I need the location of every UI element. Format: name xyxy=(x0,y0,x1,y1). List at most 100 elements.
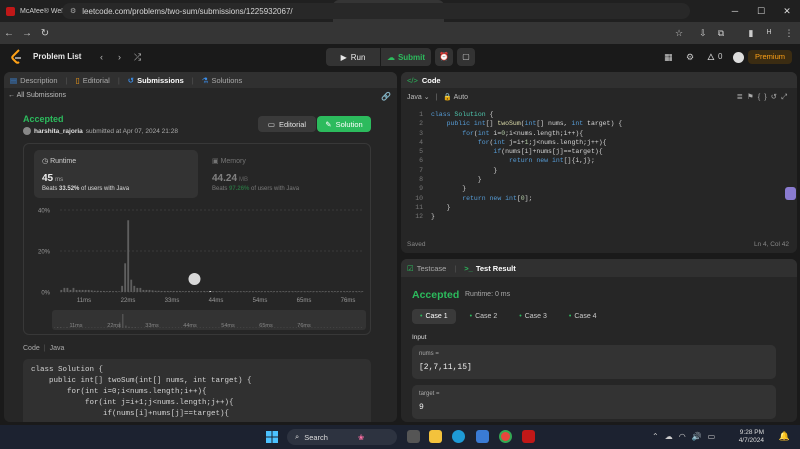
runtime-distribution-chart[interactable]: 40% 20% 0% 11ms 22ms 33ms 44ms 54ms 65ms 76ms 11ms… xyxy=(24,204,372,334)
code-editor[interactable]: class Solution { public int[] twoSum(int… xyxy=(431,110,791,222)
download-icon[interactable]: ⇩ xyxy=(694,22,712,44)
profile-avatar[interactable]: H xyxy=(760,22,778,44)
clock-date: 4/7/2024 xyxy=(738,437,764,444)
premium-button[interactable]: Premium xyxy=(747,50,792,64)
chart-overview-tick-label: 65ms xyxy=(259,323,273,329)
case-tab[interactable]: • Case 1 xyxy=(412,309,456,324)
chart-bar xyxy=(148,289,151,292)
chart-bar xyxy=(321,291,324,292)
minimize-button[interactable]: ─ xyxy=(722,0,748,22)
extensions-icon[interactable]: ⧉ xyxy=(712,22,730,44)
line-number: 1 xyxy=(419,111,423,118)
tab-solutions[interactable]: ⚗ Solutions xyxy=(202,76,243,85)
author-name[interactable]: harshita_rajoria xyxy=(34,128,83,135)
windows-start-icon[interactable] xyxy=(266,431,278,443)
store-icon[interactable] xyxy=(476,430,489,443)
case-tab[interactable]: • Case 3 xyxy=(511,309,555,324)
layout-icon[interactable]: ▦ xyxy=(664,44,673,70)
wifi-icon[interactable]: ◠ xyxy=(679,432,692,441)
chart-bar xyxy=(87,289,90,292)
chart-bar xyxy=(178,290,181,292)
chart-bar xyxy=(112,291,114,292)
address-bar[interactable]: ⚙ leetcode.com/problems/two-sum/submissi… xyxy=(62,3,690,19)
reload-icon[interactable]: ↻ xyxy=(36,28,54,39)
memory-card[interactable]: ▣ Memory 44.24 MB Beats 97.26% of users w… xyxy=(204,150,364,198)
cloud-icon[interactable]: ☁ xyxy=(665,432,679,441)
bookmark-star-icon[interactable]: ☆ xyxy=(670,22,688,44)
volume-icon[interactable]: 🔊 xyxy=(692,432,708,441)
line-number: 11 xyxy=(415,203,423,211)
tab-description[interactable]: ▤ Description xyxy=(10,76,58,85)
mcafee-icon[interactable] xyxy=(522,430,535,443)
bookmark-icon[interactable]: ⚑ xyxy=(747,92,758,101)
chart-bar xyxy=(233,291,236,292)
chart-bar xyxy=(63,287,66,292)
all-submissions-link[interactable]: ← All Submissions xyxy=(8,92,66,99)
case-tab[interactable]: • Case 4 xyxy=(561,309,605,324)
browser-menu-icon[interactable]: ⋮ xyxy=(780,22,798,44)
case-tab-label: Case 4 xyxy=(574,313,597,320)
settings-icon[interactable]: ⚙ xyxy=(686,44,694,70)
notes-icon[interactable]: ▢ xyxy=(457,48,475,66)
braces-icon[interactable]: {} xyxy=(758,92,771,101)
cloud-upload-icon: ☁ xyxy=(386,52,395,62)
chart-bar xyxy=(81,289,84,292)
chart-bar xyxy=(182,291,184,292)
maximize-button[interactable]: ☐ xyxy=(748,0,774,22)
battery-icon[interactable]: ▭ xyxy=(708,432,722,441)
clock[interactable]: 9:28 PM 4/7/2024 xyxy=(739,429,764,445)
chart-bar xyxy=(169,290,172,292)
forward-icon[interactable]: → xyxy=(18,28,36,39)
chart-bar xyxy=(142,289,145,292)
autocomplete-toggle[interactable]: 🔒 Auto xyxy=(443,94,468,101)
file-explorer-icon[interactable] xyxy=(429,430,442,443)
save-status: Saved xyxy=(407,241,426,248)
close-window-button[interactable]: ✕ xyxy=(774,0,800,22)
line-number: 9 xyxy=(419,185,423,193)
chrome-icon[interactable] xyxy=(499,430,512,443)
problem-list-link[interactable]: Problem List xyxy=(33,44,81,70)
pass-dot-icon: • xyxy=(420,313,423,320)
input-nums: nums = [2,7,11,15] xyxy=(412,345,776,379)
runtime-card[interactable]: ◷ Runtime 45 ms Beats 33.52% of users wit… xyxy=(34,150,198,198)
streak-fire-icon[interactable]: 🜂 xyxy=(707,44,715,70)
chart-bar xyxy=(282,291,285,292)
notification-bell-icon[interactable]: 🔔 xyxy=(779,431,790,442)
taskbar-search[interactable]: ⌕ Search ❀ xyxy=(287,429,397,445)
edge-icon[interactable] xyxy=(452,430,465,443)
timer-icon[interactable]: ⏰ xyxy=(435,48,453,66)
chart-bar xyxy=(254,291,257,292)
side-assistant-button[interactable] xyxy=(785,187,796,200)
solution-button[interactable]: ✎ Solution xyxy=(317,116,371,132)
prev-problem-icon[interactable]: ‹ xyxy=(100,44,103,70)
chart-bar xyxy=(203,290,206,292)
next-problem-icon[interactable]: › xyxy=(118,44,121,70)
reset-icon[interactable]: ↺ xyxy=(771,92,781,101)
code-editor-panel: </> Code Java ⌄ | 🔒 Auto ≣⚑{}↺⤢ 123456789… xyxy=(401,72,797,253)
chevron-up-icon[interactable]: ⌃ xyxy=(652,432,665,441)
taskbar-search-label: Search xyxy=(304,432,328,442)
submit-button[interactable]: ☁ Submit xyxy=(381,48,431,66)
tab-test-result[interactable]: >_ Test Result xyxy=(464,264,515,273)
run-button[interactable]: ▶ Run xyxy=(326,48,380,66)
tab-testcase[interactable]: ☑ Testcase xyxy=(407,264,446,273)
fullscreen-icon[interactable]: ⤢ xyxy=(781,92,791,101)
sidebar-icon[interactable]: ▮ xyxy=(742,22,760,44)
chart-bar xyxy=(349,291,352,292)
search-highlight-icon: ❀ xyxy=(357,432,365,442)
user-avatar[interactable] xyxy=(733,44,744,70)
format-icon[interactable]: ≣ xyxy=(737,92,747,101)
runtime-number: 45 xyxy=(42,173,54,184)
case-tab[interactable]: • Case 2 xyxy=(462,309,506,324)
site-info-icon[interactable]: ⚙ xyxy=(70,7,76,15)
task-view-icon[interactable] xyxy=(407,430,420,443)
tab-editorial[interactable]: ▯ Editorial xyxy=(76,76,110,85)
back-icon[interactable]: ← xyxy=(0,28,18,39)
language-select[interactable]: Java ⌄ xyxy=(407,94,430,101)
system-tray[interactable]: ⌃☁◠🔊▭ xyxy=(652,429,721,445)
leetcode-logo[interactable] xyxy=(10,49,24,65)
share-link-icon[interactable]: 🔗 xyxy=(381,92,391,101)
tab-submissions[interactable]: ↺ Submissions xyxy=(128,76,184,85)
shuffle-icon[interactable]: ⤮ xyxy=(134,44,141,70)
editorial-button[interactable]: ▭ Editorial xyxy=(258,116,316,132)
